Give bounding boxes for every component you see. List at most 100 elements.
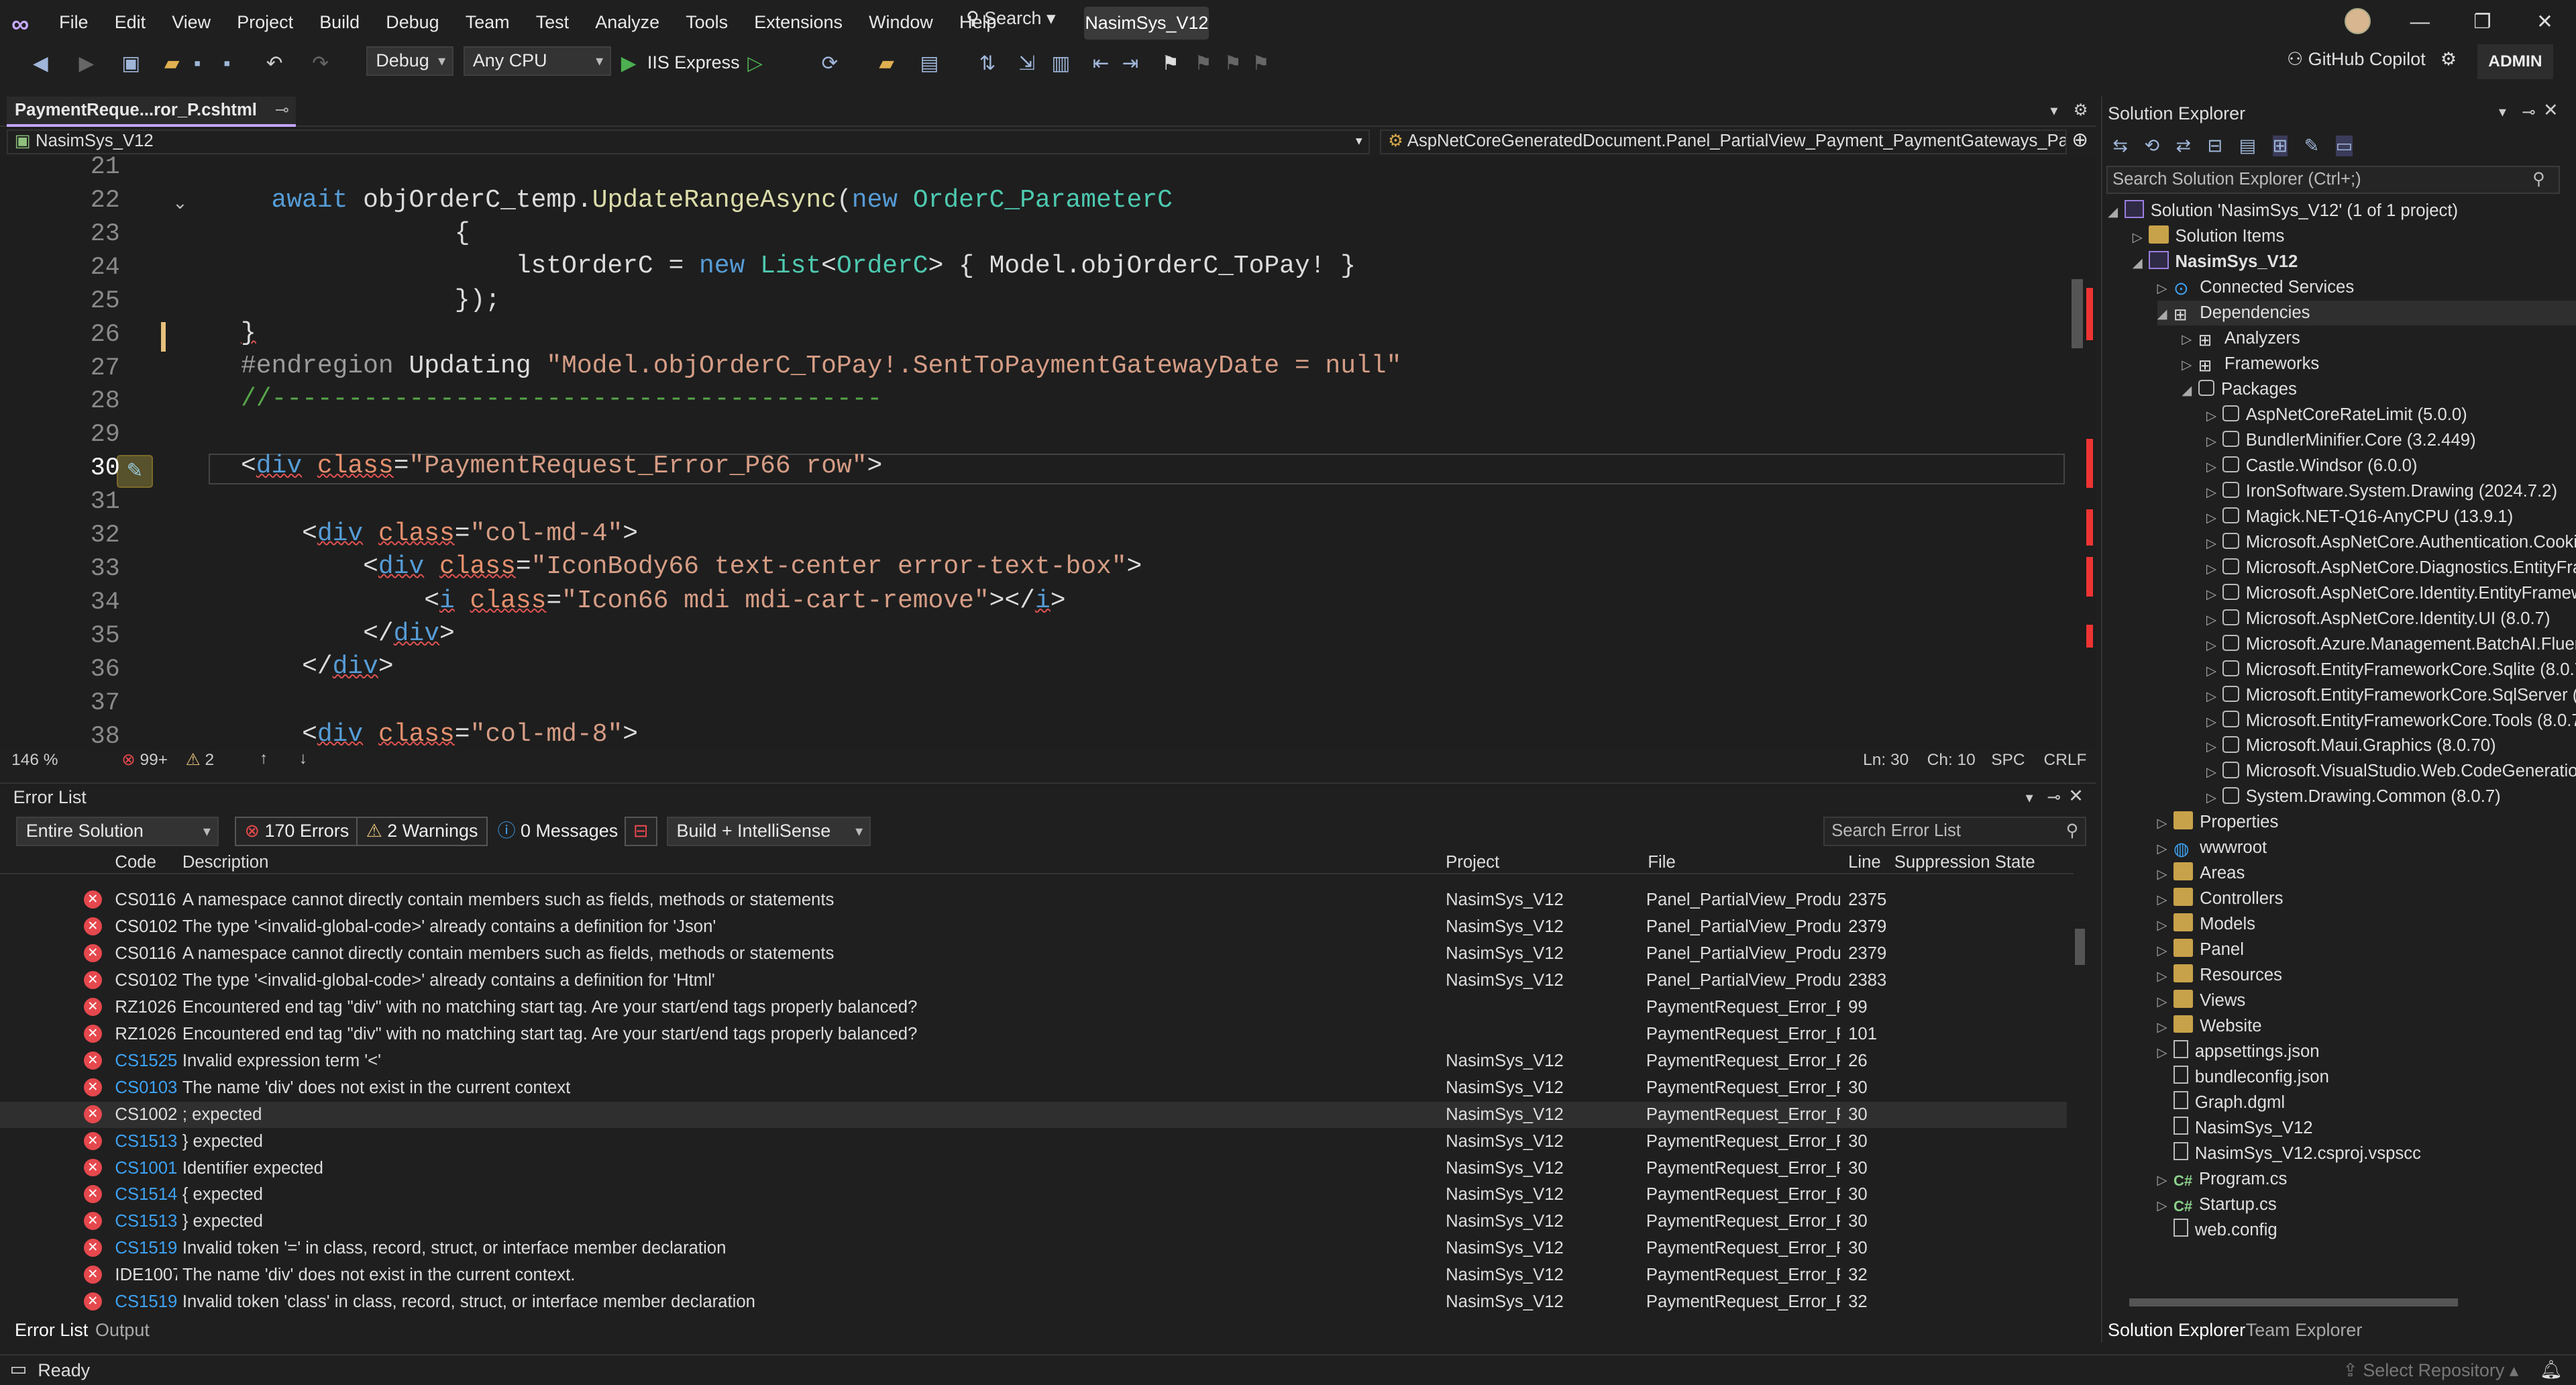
filter-icon[interactable]: ⊞	[2272, 136, 2288, 157]
close-icon[interactable]: ✕	[2514, 0, 2576, 44]
run-target-button[interactable]: IIS Express	[647, 52, 740, 73]
error-row[interactable]: ✕ RZ1026 Encountered end tag "div" with no…	[0, 1021, 2067, 1047]
scope-dropdown[interactable]: Entire Solution	[16, 817, 219, 847]
tree-node[interactable]: ▷ Microsoft.AspNetCore.Authentication.Coo…	[2206, 530, 2576, 555]
collapse-icon[interactable]: ◢	[2108, 200, 2124, 225]
tree-node[interactable]: ▷ Properties	[2157, 810, 2278, 835]
expand-icon[interactable]: ▷	[2157, 1041, 2174, 1066]
forward-icon[interactable]: ▶	[79, 49, 95, 79]
start-icon[interactable]: ▶	[621, 49, 637, 79]
error-row[interactable]: ✕ CS1525 Invalid expression term '<' NasimS…	[0, 1048, 2067, 1074]
expand-icon[interactable]: ▷	[2206, 659, 2222, 684]
next-issue-icon[interactable]: ↓	[299, 750, 307, 768]
menu-project[interactable]: Project	[224, 0, 307, 44]
preview-icon[interactable]: ▭	[2335, 136, 2353, 157]
solution-horizontal-scrollbar[interactable]	[2106, 1295, 2560, 1311]
expand-icon[interactable]: ▷	[2206, 429, 2222, 454]
copilot-settings-icon[interactable]: ⚙	[2440, 49, 2457, 69]
tree-node[interactable]: ▷ ◍ wwwroot	[2157, 835, 2267, 860]
menu-team[interactable]: Team	[452, 0, 523, 44]
error-code[interactable]: CS1513	[115, 1212, 177, 1231]
column-project[interactable]: Project	[1446, 853, 1499, 872]
pin-icon[interactable]: ⊸	[2047, 787, 2061, 807]
tree-node[interactable]: web.config	[2157, 1218, 2277, 1243]
menu-tools[interactable]: Tools	[673, 0, 741, 44]
expand-icon[interactable]: ▷	[2206, 633, 2222, 658]
collapse-icon[interactable]: ◢	[2157, 302, 2174, 327]
collapse-icon[interactable]: ⌄	[172, 193, 188, 213]
expand-icon[interactable]: ▷	[2157, 888, 2174, 913]
close-icon[interactable]: ✕	[2068, 786, 2084, 807]
error-row[interactable]: ✕ CS0102 The type '<invalid-global-code>' …	[0, 968, 2067, 994]
line-ending-indicator[interactable]: CRLF	[2044, 751, 2087, 770]
expand-icon[interactable]: ▷	[2206, 786, 2222, 811]
tree-node[interactable]: ▷ Resources	[2157, 963, 2282, 989]
expand-icon[interactable]: ▷	[2206, 557, 2222, 582]
expand-icon[interactable]: ▷	[2157, 939, 2174, 964]
expand-icon[interactable]: ▷	[2182, 353, 2198, 378]
pending-changes-icon[interactable]: ⟲	[2144, 136, 2159, 156]
tree-node[interactable]: ▷ Views	[2157, 988, 2245, 1013]
error-list-scrollbar[interactable]	[2072, 879, 2088, 1310]
layout-icon[interactable]: ▤	[920, 49, 938, 79]
redo-icon[interactable]: ↷	[312, 49, 329, 79]
column-indicator[interactable]: Ch: 10	[1927, 751, 1976, 770]
tree-node[interactable]: ▷ Castle.Windsor (6.0.0)	[2206, 454, 2417, 478]
show-all-files-icon[interactable]: ▤	[2239, 136, 2256, 156]
expand-icon[interactable]: ▷	[2157, 964, 2174, 989]
menu-window[interactable]: Window	[856, 0, 947, 44]
back-icon[interactable]: ◀	[33, 49, 48, 79]
menu-extensions[interactable]: Extensions	[741, 0, 856, 44]
tree-node[interactable]: ▷ ⊞ Frameworks	[2182, 352, 2319, 376]
tree-node[interactable]: ◢ NasimSys_V12	[2133, 250, 2298, 274]
tree-node[interactable]: ◢ Packages	[2182, 377, 2297, 402]
error-row[interactable]: ✕ CS0102 The type '<invalid-global-code>' …	[0, 914, 2067, 940]
expand-icon[interactable]: ▷	[2157, 276, 2174, 301]
previous-issue-icon[interactable]: ↑	[260, 750, 268, 768]
expand-icon[interactable]: ▷	[2206, 506, 2222, 531]
tree-node[interactable]: bundleconfig.json	[2157, 1065, 2329, 1090]
tree-node[interactable]: ▷ Microsoft.EntityFrameworkCore.Sqlite (8…	[2206, 658, 2576, 682]
error-row[interactable]: ✕ CS1513} expected NasimSys_V12 PaymentRequ…	[0, 1209, 2067, 1235]
expand-icon[interactable]: ▷	[2206, 760, 2222, 785]
column-line[interactable]: Line	[1848, 853, 1881, 872]
restore-icon[interactable]: ❐	[2451, 0, 2514, 44]
tree-node[interactable]: ▷ ⊞ Analyzers	[2182, 326, 2300, 351]
tree-node[interactable]: ▷ Microsoft.AspNetCore.Diagnostics.Entity…	[2206, 556, 2576, 580]
notifications-icon[interactable]: 🔔︎	[2540, 1359, 2563, 1380]
github-copilot-button[interactable]: ⚇ GitHub Copilot ⚙	[2287, 49, 2457, 70]
configuration-dropdown[interactable]: Debug	[366, 46, 453, 76]
tree-node[interactable]: ▷ Microsoft.AspNetCore.Identity.UI (8.0.7…	[2206, 607, 2551, 631]
expand-icon[interactable]: ▷	[2157, 1168, 2174, 1193]
menu-test[interactable]: Test	[523, 0, 582, 44]
expand-icon[interactable]: ▷	[2157, 837, 2174, 862]
close-icon[interactable]: ✕	[2543, 100, 2559, 121]
open-folder-icon[interactable]: ▰	[164, 49, 180, 79]
avatar[interactable]	[2344, 8, 2371, 35]
error-code[interactable]: CS1525	[115, 1051, 177, 1071]
tree-node[interactable]: NasimSys_V12.csproj.vspscc	[2157, 1141, 2421, 1166]
properties-icon[interactable]: ✎	[2304, 136, 2320, 156]
expand-icon[interactable]: ▷	[2206, 455, 2222, 480]
bookmark-icon[interactable]: ⚑	[1161, 49, 1179, 79]
tree-node[interactable]: ▷ Microsoft.Maui.Graphics (8.0.70)	[2206, 733, 2496, 758]
expand-icon[interactable]: ▷	[2157, 1194, 2174, 1219]
column-file[interactable]: File	[1648, 853, 1675, 872]
tree-node[interactable]: ▷ BundlerMinifier.Core (3.2.449)	[2206, 428, 2476, 453]
solution-search-input[interactable]: Search Solution Explorer (Ctrl+;) ⚲	[2106, 166, 2560, 194]
warnings-indicator[interactable]: ⚠ 2	[186, 750, 214, 770]
columns-icon[interactable]: ▥	[1051, 49, 1070, 79]
tree-node[interactable]: ▷ ⊙ Connected Services	[2157, 275, 2355, 300]
project-combo[interactable]: ▣ NasimSys_V12 ▾	[6, 130, 1371, 155]
clear-bookmarks-icon[interactable]: ⚑	[1252, 49, 1269, 79]
filter-icon[interactable]: ⇅	[979, 49, 996, 79]
error-row[interactable]: ✕ CS1519 Invalid token 'class' in class, r…	[0, 1289, 2067, 1315]
tab-error-list[interactable]: Error List	[15, 1320, 88, 1341]
panel-menu-icon[interactable]: ▾	[2499, 103, 2506, 121]
collapse-icon[interactable]: ◢	[2133, 251, 2149, 276]
menu-edit[interactable]: Edit	[101, 0, 159, 44]
scrollbar-thumb[interactable]	[2129, 1298, 2458, 1306]
scrollbar-thumb[interactable]	[2072, 279, 2084, 349]
error-row[interactable]: ✕ CS0116 A namespace cannot directly conta…	[0, 887, 2067, 913]
tree-node[interactable]: Graph.dgml	[2157, 1090, 2285, 1115]
